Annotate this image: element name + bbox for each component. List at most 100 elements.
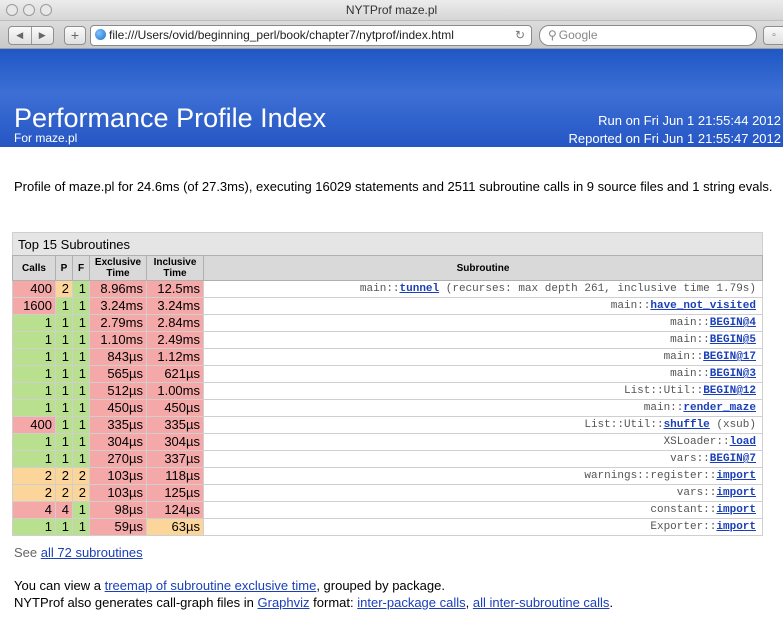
exclusive-time-cell: 270µs — [89, 450, 147, 468]
subroutine-cell: List::Util::BEGIN@12 — [203, 382, 763, 400]
table-row: 1 1 1 565µs 621µs main::BEGIN@3 — [12, 365, 763, 383]
calls-cell: 1 — [12, 518, 56, 536]
p-cell: 2 — [55, 467, 73, 485]
col-p[interactable]: P — [55, 255, 73, 281]
treemap-link[interactable]: treemap of subroutine exclusive time — [105, 578, 317, 593]
table-row: 1 1 1 1.10ms 2.49ms main::BEGIN@5 — [12, 331, 763, 349]
graphviz-link[interactable]: Graphviz — [258, 595, 310, 610]
callgraph-sep: , — [465, 595, 473, 610]
subroutine-note: (xsub) — [709, 419, 756, 431]
subroutine-cell: warnings::register::import — [203, 467, 763, 485]
inter-subroutine-calls-link[interactable]: all inter-subroutine calls — [473, 595, 610, 610]
nav-buttons: ◀ ▶ — [8, 26, 54, 45]
calls-cell: 400 — [12, 280, 56, 298]
minimize-window-button[interactable] — [23, 4, 35, 16]
inclusive-time-cell: 118µs — [146, 467, 204, 485]
subroutine-link[interactable]: BEGIN@17 — [703, 351, 756, 363]
subroutine-cell: main::BEGIN@5 — [203, 331, 763, 349]
back-button[interactable]: ◀ — [9, 27, 32, 44]
subroutine-cell: constant::import — [203, 501, 763, 519]
subroutine-link[interactable]: import — [716, 470, 756, 482]
add-bookmark-button[interactable]: + — [64, 26, 86, 45]
subroutine-link[interactable]: import — [716, 521, 756, 533]
table-row: 1 1 1 270µs 337µs vars::BEGIN@7 — [12, 450, 763, 468]
calls-cell: 1 — [12, 365, 56, 383]
table-row: 1 1 1 450µs 450µs main::render_maze — [12, 399, 763, 417]
exclusive-time-cell: 335µs — [89, 416, 147, 434]
subroutine-cell: main::render_maze — [203, 399, 763, 417]
calls-cell: 400 — [12, 416, 56, 434]
f-cell: 1 — [72, 280, 90, 298]
package-name: main:: — [663, 351, 704, 363]
f-cell: 1 — [72, 501, 90, 519]
exclusive-time-cell: 2.79ms — [89, 314, 147, 332]
col-f[interactable]: F — [72, 255, 90, 281]
subroutine-link[interactable]: BEGIN@5 — [710, 334, 756, 346]
exclusive-time-cell: 512µs — [89, 382, 147, 400]
top-subroutines-panel: Top 15 Subroutines Calls P F Exclusive T… — [12, 232, 763, 536]
calls-cell: 4 — [12, 501, 56, 519]
exclusive-time-cell: 8.96ms — [89, 280, 147, 298]
calls-cell: 1 — [12, 382, 56, 400]
zoom-window-button[interactable] — [40, 4, 52, 16]
search-input[interactable]: ⚲ Google — [539, 25, 757, 46]
close-window-button[interactable] — [6, 4, 18, 16]
exclusive-time-cell: 98µs — [89, 501, 147, 519]
table-row: 1 1 1 304µs 304µs XSLoader::load — [12, 433, 763, 451]
subroutine-link[interactable]: import — [716, 487, 756, 499]
p-cell: 1 — [55, 331, 73, 349]
f-cell: 1 — [72, 331, 90, 349]
package-name: List::Util:: — [623, 385, 704, 397]
table-row: 2 2 2 103µs 118µs warnings::register::import — [12, 467, 763, 485]
subroutine-link[interactable]: BEGIN@7 — [710, 453, 756, 465]
subroutine-link[interactable]: BEGIN@12 — [703, 385, 756, 397]
subroutine-cell: main::have_not_visited — [203, 297, 763, 315]
p-cell: 1 — [55, 297, 73, 315]
package-name: List::Util:: — [584, 419, 664, 431]
p-cell: 1 — [55, 450, 73, 468]
inclusive-time-cell: 125µs — [146, 484, 204, 502]
subroutine-cell: vars::import — [203, 484, 763, 502]
inclusive-time-cell: 2.84ms — [146, 314, 204, 332]
inter-package-calls-link[interactable]: inter-package calls — [357, 595, 465, 610]
table-row: 400 2 1 8.96ms 12.5ms main::tunnel (recurses:… — [12, 280, 763, 298]
inclusive-time-cell: 1.00ms — [146, 382, 204, 400]
subroutine-link[interactable]: BEGIN@4 — [710, 317, 756, 329]
subroutine-link[interactable]: import — [716, 504, 756, 516]
callgraph-mid: format: — [309, 595, 358, 610]
reader-icon[interactable]: ▫ — [763, 26, 783, 45]
subroutine-cell: vars::BEGIN@7 — [203, 450, 763, 468]
table-row: 1 1 1 2.79ms 2.84ms main::BEGIN@4 — [12, 314, 763, 332]
col-inclusive-time[interactable]: Inclusive Time — [146, 255, 204, 281]
subroutine-link[interactable]: shuffle — [664, 419, 710, 431]
package-name: warnings::register:: — [584, 470, 717, 482]
package-name: constant:: — [650, 504, 717, 516]
reload-icon[interactable]: ↻ — [515, 26, 525, 45]
col-calls[interactable]: Calls — [12, 255, 56, 281]
col-subroutine[interactable]: Subroutine — [203, 255, 763, 281]
subroutine-link[interactable]: BEGIN@3 — [710, 368, 756, 380]
p-cell: 2 — [55, 280, 73, 298]
calls-cell: 1 — [12, 433, 56, 451]
f-cell: 1 — [72, 433, 90, 451]
address-bar[interactable]: file:///Users/ovid/beginning_perl/book/c… — [90, 25, 532, 46]
subroutine-link[interactable]: have_not_visited — [650, 300, 756, 312]
subroutine-link[interactable]: tunnel — [400, 283, 440, 295]
see-all-subroutines-link[interactable]: all 72 subroutines — [41, 545, 143, 560]
table-row: 1 1 1 59µs 63µs Exporter::import — [12, 518, 763, 536]
forward-button[interactable]: ▶ — [32, 27, 54, 44]
subroutine-link[interactable]: load — [730, 436, 756, 448]
package-name: Exporter:: — [650, 521, 717, 533]
see-all-prefix: See — [14, 545, 41, 560]
inclusive-time-cell: 450µs — [146, 399, 204, 417]
calls-cell: 1600 — [12, 297, 56, 315]
search-icon: ⚲ — [548, 28, 557, 42]
f-cell: 1 — [72, 348, 90, 366]
f-cell: 1 — [72, 518, 90, 536]
p-cell: 1 — [55, 416, 73, 434]
calls-cell: 1 — [12, 450, 56, 468]
col-exclusive-time[interactable]: Exclusive Time — [89, 255, 147, 281]
f-cell: 1 — [72, 297, 90, 315]
subroutine-link[interactable]: render_maze — [683, 402, 756, 414]
inclusive-time-cell: 304µs — [146, 433, 204, 451]
